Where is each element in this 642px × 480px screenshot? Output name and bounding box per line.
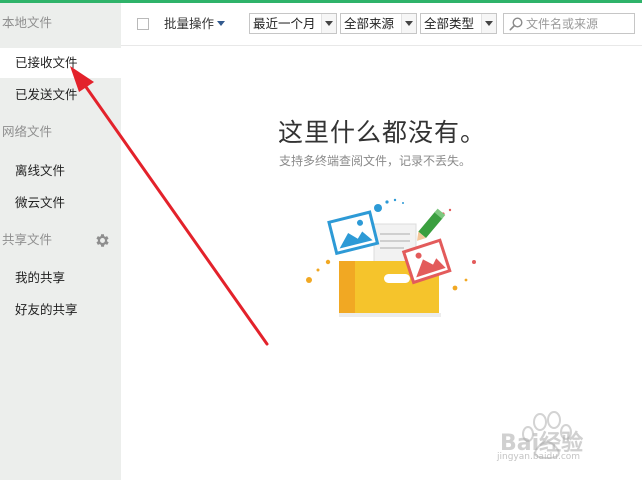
time-filter-value: 最近一个月 <box>253 16 316 31</box>
section-local-files: 本地文件 <box>2 15 53 30</box>
batch-operations-button[interactable]: 批量操作 <box>164 15 226 33</box>
select-all-checkbox[interactable] <box>137 18 149 30</box>
toolbar: 批量操作 最近一个月 全部来源 全部类型 <box>121 3 642 46</box>
gear-icon[interactable] <box>92 226 112 254</box>
sidebar-item-offline-files[interactable]: 离线文件 <box>0 156 121 186</box>
empty-state-title: 这里什么都没有。 <box>278 118 487 147</box>
type-filter-select[interactable]: 全部类型 <box>420 13 497 34</box>
batch-operations-label: 批量操作 <box>164 16 215 31</box>
sidebar-item-weiyun-files[interactable]: 微云文件 <box>0 188 121 218</box>
empty-folder-illustration <box>306 198 476 317</box>
sidebar-item-sent-files[interactable]: 已发送文件 <box>0 80 121 110</box>
search-icon <box>509 17 523 31</box>
empty-state-subtitle: 支持多终端查阅文件，记录不丢失。 <box>279 154 472 168</box>
section-shared-files-row: 共享文件 <box>0 226 121 254</box>
time-filter-select[interactable]: 最近一个月 <box>249 13 337 34</box>
caret-down-icon <box>217 21 226 26</box>
sidebar: 本地文件 已接收文件 已发送文件 网络文件 离线文件 微云文件 共享文件 我的共… <box>0 3 121 480</box>
sidebar-item-received-files[interactable]: 已接收文件 <box>0 48 121 78</box>
chevron-down-icon <box>321 14 336 33</box>
sidebar-item-my-shares[interactable]: 我的共享 <box>0 263 121 293</box>
chevron-down-icon <box>401 14 416 33</box>
search-box[interactable] <box>503 13 635 34</box>
watermark-url: jingyan.baidu.com <box>497 452 581 462</box>
section-network-files: 网络文件 <box>2 124 53 139</box>
chevron-down-icon <box>481 14 496 33</box>
source-filter-select[interactable]: 全部来源 <box>340 13 417 34</box>
type-filter-value: 全部类型 <box>424 16 475 31</box>
source-filter-value: 全部来源 <box>344 16 395 31</box>
search-input[interactable] <box>526 15 630 32</box>
sidebar-item-friends-shares[interactable]: 好友的共享 <box>0 295 121 325</box>
